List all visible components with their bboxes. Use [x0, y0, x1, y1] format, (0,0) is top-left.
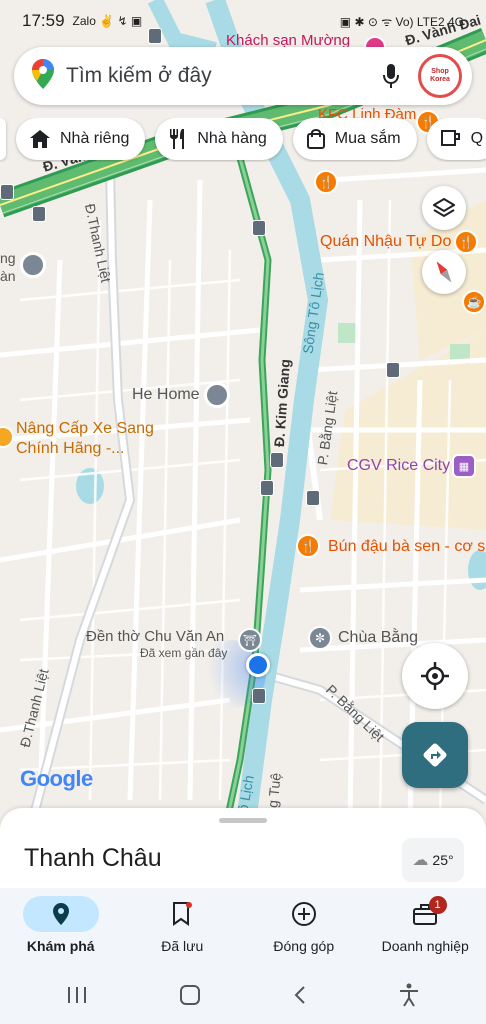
- bus-stop-icon[interactable]: [252, 220, 266, 236]
- place-poi-icon[interactable]: [204, 382, 230, 408]
- chip-shopping[interactable]: Mua sắm: [292, 118, 417, 160]
- shopping-icon: [306, 129, 325, 149]
- chip-label: Nhà riêng: [60, 130, 130, 147]
- account-avatar[interactable]: Shop Korea: [418, 54, 462, 98]
- cinema-poi-icon[interactable]: ▦: [452, 454, 476, 478]
- weather-temp: 25°: [432, 852, 454, 868]
- nav-label: Đã lưu: [161, 938, 204, 954]
- chip-home[interactable]: Nhà riêng: [16, 118, 146, 160]
- status-time: 17:59: [22, 11, 65, 30]
- restaurant-poi-icon[interactable]: 🍴: [296, 534, 320, 558]
- layers-button[interactable]: [422, 186, 466, 230]
- left-edge-label-an: àn: [0, 268, 16, 284]
- compass-button[interactable]: [422, 250, 466, 294]
- weather-badge[interactable]: ☁ 25°: [402, 838, 464, 882]
- back-icon[interactable]: [294, 985, 306, 1010]
- sheet-drag-handle[interactable]: [219, 818, 267, 823]
- temple-poi-icon[interactable]: ⛩: [238, 628, 262, 652]
- pagoda-poi-icon[interactable]: ✼: [308, 626, 332, 650]
- bottom-sheet[interactable]: Thanh Châu ☁ 25°: [0, 808, 486, 898]
- status-system-icons: ▣ ✱ ⊙ ᯤ Vo) LTE2 4G: [339, 14, 464, 29]
- microphone-icon[interactable]: [376, 64, 406, 88]
- directions-button[interactable]: [402, 722, 468, 788]
- search-bar[interactable]: Tìm kiếm ở đây Shop Korea: [14, 47, 472, 105]
- business-icon: [387, 896, 463, 932]
- google-logo: Google: [20, 766, 93, 791]
- he-home-label[interactable]: He Home: [132, 386, 200, 404]
- nav-business[interactable]: 1 Doanh nghiệp: [365, 888, 486, 970]
- home-button-icon[interactable]: [180, 984, 201, 1010]
- category-chips: Nhà riêng Nhà hàng Mua sắm Q: [0, 118, 486, 162]
- bookmark-icon: [144, 896, 220, 932]
- compass-icon: [436, 261, 452, 283]
- place-poi-icon[interactable]: [20, 252, 46, 278]
- chip-label: Mua sắm: [334, 130, 401, 147]
- bus-stop-icon[interactable]: [270, 452, 284, 468]
- restaurant-icon: [170, 129, 185, 149]
- chip-partial[interactable]: [0, 118, 6, 160]
- nav-label: Đóng góp: [273, 938, 335, 954]
- nang-cap-label-1[interactable]: Nâng Cấp Xe Sang: [16, 420, 154, 438]
- status-bar: 17:59 Zalo ✌ ↯ ▣ ▣ ✱ ⊙ ᯤ Vo) LTE2 4G: [0, 0, 486, 42]
- nav-explore[interactable]: Khám phá: [0, 888, 122, 970]
- directions-icon: [423, 743, 447, 767]
- current-location-dot: [246, 653, 270, 677]
- recent-apps-icon[interactable]: [67, 986, 87, 1009]
- cloud-icon: ☁: [412, 852, 429, 869]
- cgv-label[interactable]: CGV Rice City: [347, 457, 450, 475]
- bus-stop-icon[interactable]: [32, 206, 46, 222]
- restaurant-poi-icon[interactable]: 🍴: [454, 230, 478, 254]
- chip-label: Nhà hàng: [197, 130, 267, 147]
- bus-stop-icon[interactable]: [252, 688, 266, 704]
- den-tho-label[interactable]: Đền thờ Chu Văn An: [86, 628, 224, 645]
- accessibility-icon[interactable]: [399, 983, 419, 1012]
- add-circle-icon: [266, 896, 342, 932]
- bus-stop-icon[interactable]: [306, 490, 320, 506]
- nav-saved[interactable]: Đã lưu: [122, 888, 244, 970]
- recently-viewed-label: Đã xem gần đây: [140, 646, 228, 660]
- chua-bang-label[interactable]: Chùa Bằng: [338, 629, 418, 647]
- crosshair-icon: [421, 662, 449, 690]
- home-icon: [30, 130, 50, 148]
- search-input[interactable]: Tìm kiếm ở đây: [66, 64, 376, 88]
- bus-stop-icon[interactable]: [386, 362, 400, 378]
- system-navigation-bar: [0, 970, 486, 1024]
- status-notification-icons: Zalo ✌ ↯ ▣: [72, 14, 143, 28]
- nav-label: Khám phá: [26, 938, 95, 954]
- layers-icon: [433, 197, 455, 218]
- explore-icon: [22, 896, 99, 932]
- nang-cap-label-2[interactable]: Chính Hãng -...: [16, 440, 125, 458]
- bottom-navigation: Khám phá Đã lưu Đóng góp 1 Doanh nghiệp: [0, 888, 486, 970]
- nav-label: Doanh nghiệp: [381, 938, 469, 954]
- coffee-poi-icon[interactable]: ☕: [462, 290, 486, 314]
- maps-pin-logo-icon: [32, 58, 54, 94]
- left-edge-label-ng: ng: [0, 250, 16, 266]
- my-location-button[interactable]: [402, 643, 468, 709]
- restaurant-poi-icon[interactable]: 🍴: [314, 170, 338, 194]
- nav-contribute[interactable]: Đóng góp: [243, 888, 365, 970]
- area-name: Thanh Châu: [24, 844, 162, 872]
- notification-badge: 1: [428, 896, 447, 914]
- bun-dau-label[interactable]: Bún đậu bà sen - cơ sở: [328, 538, 486, 556]
- bus-stop-icon[interactable]: [0, 184, 14, 200]
- chip-restaurants[interactable]: Nhà hàng: [155, 118, 283, 160]
- bus-stop-icon[interactable]: [260, 480, 274, 496]
- quan-nhau-label[interactable]: Quán Nhậu Tự Do: [320, 233, 451, 251]
- chip-coffee[interactable]: Q: [426, 118, 486, 160]
- chip-label: Q: [470, 130, 484, 147]
- coffee-icon: [440, 130, 460, 146]
